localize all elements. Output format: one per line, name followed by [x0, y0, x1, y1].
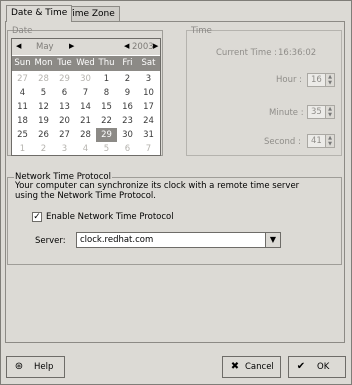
calendar-day[interactable]: 25 — [12, 128, 33, 142]
second-label: Second : — [264, 137, 301, 147]
help-button[interactable]: ⊛ Help — [6, 356, 65, 378]
calendar-day[interactable]: 3 — [54, 142, 75, 156]
ntp-description-line1: Your computer can synchronize its clock … — [15, 181, 300, 191]
weekday-label: Mon — [34, 58, 53, 68]
server-combobox[interactable]: clock.redhat.com ▼ — [76, 232, 281, 248]
second-spinbox[interactable]: 41 ▲ ▼ — [307, 134, 335, 148]
tab-date-time[interactable]: Date & Time — [6, 5, 73, 22]
calendar-day[interactable]: 30 — [117, 128, 138, 142]
calendar-day[interactable]: 29 — [54, 72, 75, 86]
calendar-header: ◀ May ▶ ◀ 2003 ▶ — [12, 39, 160, 55]
calendar-day[interactable]: 8 — [96, 86, 117, 100]
weekday-label: Thu — [98, 58, 115, 68]
calendar-day[interactable]: 31 — [138, 128, 159, 142]
calendar-day[interactable]: 28 — [75, 128, 96, 142]
next-year-icon[interactable]: ▶ — [153, 42, 158, 50]
calendar-day[interactable]: 2 — [117, 72, 138, 86]
chevron-down-icon[interactable]: ▼ — [265, 233, 280, 247]
calendar-day[interactable]: 15 — [96, 100, 117, 114]
time-section-title: Time — [191, 26, 212, 36]
current-time-value: 16:36:02 — [278, 48, 317, 58]
cancel-icon: ✖ — [230, 361, 240, 372]
calendar-day[interactable]: 1 — [96, 72, 117, 86]
hour-down-icon[interactable]: ▼ — [326, 80, 334, 86]
weekday-label: Wed — [76, 58, 95, 68]
calendar-day[interactable]: 14 — [75, 100, 96, 114]
enable-ntp-label[interactable]: Enable Network Time Protocol — [46, 212, 174, 222]
ok-button[interactable]: ✔ OK — [288, 356, 346, 378]
calendar-day[interactable]: 13 — [54, 100, 75, 114]
year-label: 2003 — [132, 42, 154, 52]
minute-label: Minute : — [269, 108, 304, 118]
calendar[interactable]: ◀ May ▶ ◀ 2003 ▶ Sun Mon Tue Wed Thu Fri Sat 2… — [11, 38, 161, 156]
calendar-day[interactable]: 6 — [54, 86, 75, 100]
calendar-day[interactable]: 28 — [33, 72, 54, 86]
current-time-label: Current Time : — [216, 48, 277, 58]
calendar-day[interactable]: 21 — [75, 114, 96, 128]
ntp-description: Your computer can synchronize its clock … — [15, 181, 299, 201]
prev-month-icon[interactable]: ◀ — [16, 42, 21, 50]
weekday-header: Sun Mon Tue Wed Thu Fri Sat — [12, 56, 160, 71]
weekday-label: Sun — [14, 58, 31, 68]
calendar-day[interactable]: 3 — [138, 72, 159, 86]
calendar-day[interactable]: 5 — [96, 142, 117, 156]
calendar-day[interactable]: 5 — [33, 86, 54, 100]
ok-icon: ✔ — [296, 361, 306, 372]
calendar-day[interactable]: 6 — [117, 142, 138, 156]
calendar-day[interactable]: 29 — [96, 128, 117, 142]
calendar-day[interactable]: 19 — [33, 114, 54, 128]
enable-ntp-checkbox[interactable]: ✓ — [32, 212, 42, 222]
date-section-title: Date — [12, 26, 33, 36]
prev-year-icon[interactable]: ◀ — [124, 42, 129, 50]
calendar-day[interactable]: 18 — [12, 114, 33, 128]
server-label: Server: — [35, 236, 66, 246]
ok-button-label: OK — [317, 362, 330, 372]
calendar-day[interactable]: 9 — [117, 86, 138, 100]
calendar-day[interactable]: 23 — [117, 114, 138, 128]
calendar-day[interactable]: 20 — [54, 114, 75, 128]
ntp-description-line2: using the Network Time Protocol. — [15, 191, 156, 201]
help-icon: ⊛ — [14, 361, 24, 372]
calendar-day[interactable]: 7 — [75, 86, 96, 100]
calendar-day[interactable]: 30 — [75, 72, 96, 86]
second-down-icon[interactable]: ▼ — [326, 141, 334, 147]
hour-spinbox[interactable]: 16 ▲ ▼ — [307, 73, 335, 87]
calendar-day[interactable]: 2 — [33, 142, 54, 156]
next-month-icon[interactable]: ▶ — [69, 42, 74, 50]
second-value[interactable]: 41 — [311, 136, 322, 146]
help-button-label: Help — [34, 362, 54, 372]
calendar-day[interactable]: 7 — [138, 142, 159, 156]
hour-value[interactable]: 16 — [311, 75, 322, 85]
calendar-day[interactable]: 12 — [33, 100, 54, 114]
calendar-day[interactable]: 4 — [75, 142, 96, 156]
calendar-day[interactable]: 4 — [12, 86, 33, 100]
calendar-day[interactable]: 24 — [138, 114, 159, 128]
calendar-day[interactable]: 17 — [138, 100, 159, 114]
calendar-day[interactable]: 10 — [138, 86, 159, 100]
minute-value[interactable]: 35 — [311, 107, 322, 117]
calendar-day[interactable]: 27 — [12, 72, 33, 86]
calendar-day[interactable]: 11 — [12, 100, 33, 114]
cancel-button-label: Cancel — [245, 362, 274, 372]
cancel-button[interactable]: ✖ Cancel — [222, 356, 281, 378]
hour-label: Hour : — [276, 75, 303, 85]
server-input[interactable]: clock.redhat.com — [80, 235, 153, 245]
weekday-label: Sat — [141, 58, 156, 68]
weekday-label: Tue — [57, 58, 72, 68]
calendar-day[interactable]: 22 — [96, 114, 117, 128]
month-label: May — [36, 42, 54, 52]
minute-down-icon[interactable]: ▼ — [326, 112, 334, 118]
calendar-day[interactable]: 27 — [54, 128, 75, 142]
calendar-day[interactable]: 16 — [117, 100, 138, 114]
calendar-day[interactable]: 26 — [33, 128, 54, 142]
minute-spinbox[interactable]: 35 ▲ ▼ — [307, 105, 335, 119]
calendar-day[interactable]: 1 — [12, 142, 33, 156]
weekday-label: Fri — [122, 58, 133, 68]
